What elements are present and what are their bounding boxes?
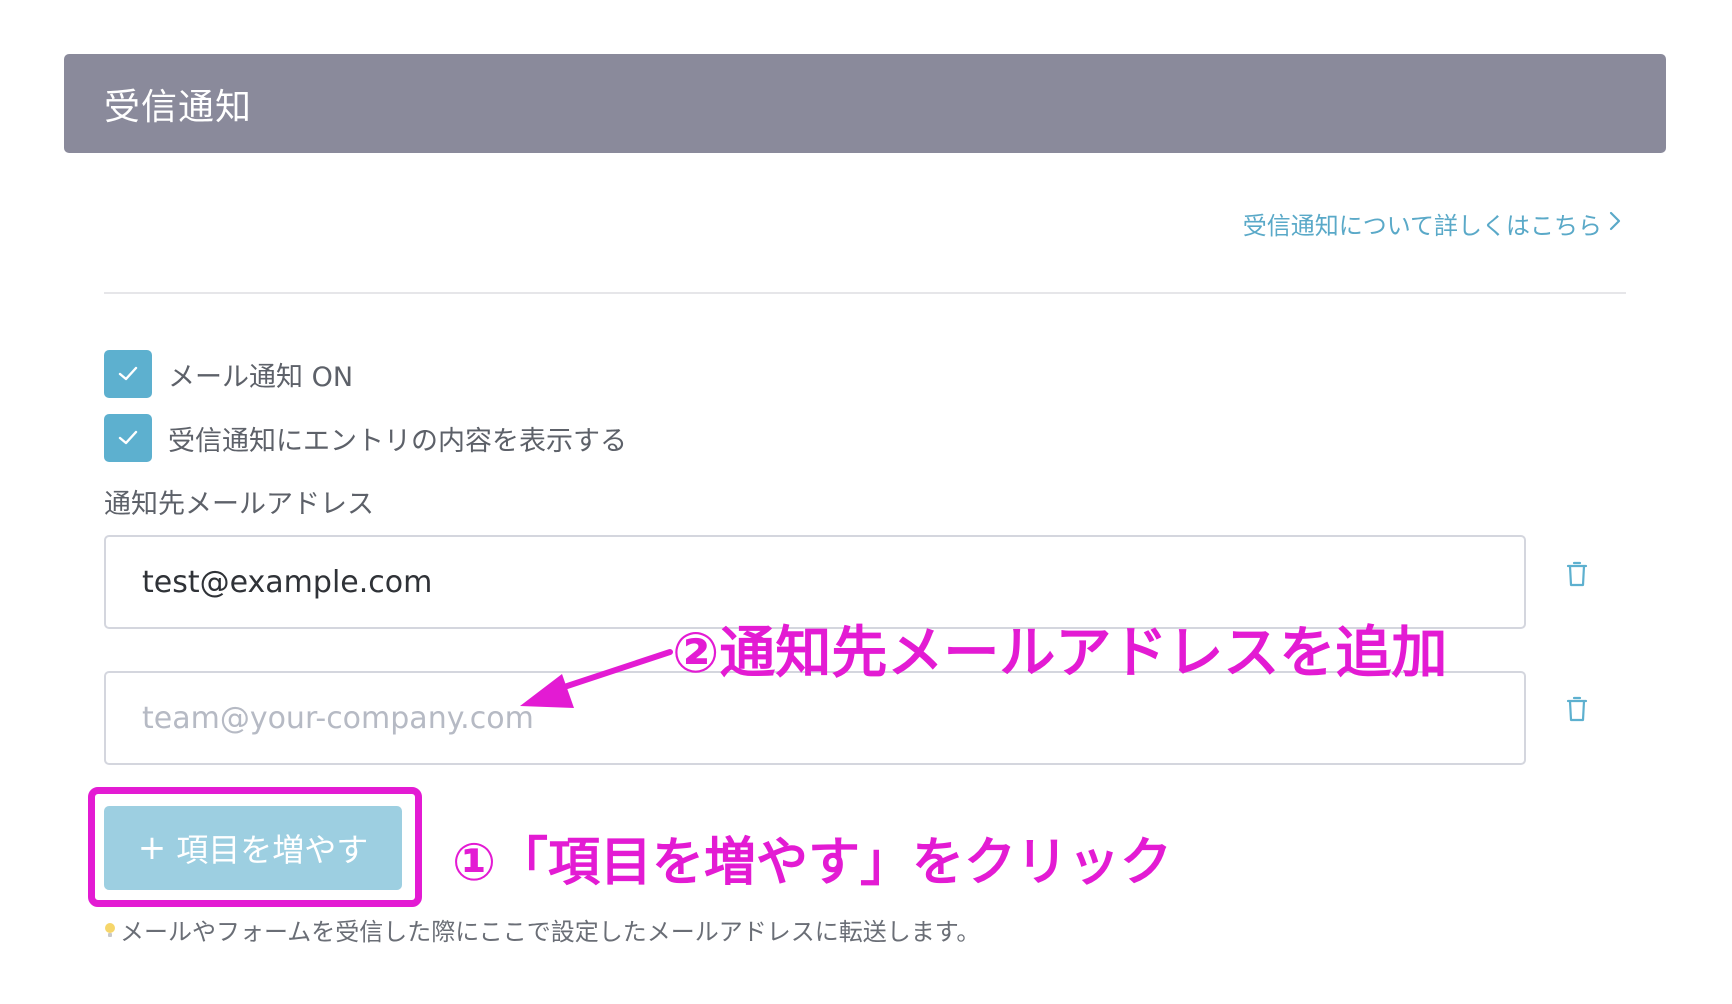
email-notification-label: メール通知 ON <box>168 361 354 393</box>
section-title: 受信通知 <box>104 86 253 128</box>
trash-icon[interactable] <box>1562 559 1592 589</box>
email-addresses-label: 通知先メールアドレス <box>104 489 374 520</box>
email-notification-checkbox[interactable] <box>104 350 152 398</box>
checkmark-icon <box>118 430 138 445</box>
help-link-label: 受信通知について詳しくはこちら <box>1242 212 1602 240</box>
chevron-right-icon <box>1608 210 1622 237</box>
hint-text-label: メールやフォームを受信した際にここで設定したメールアドレスに転送します。 <box>120 918 981 946</box>
notification-settings-panel: 受信通知 受信通知について詳しくはこちら メール通知 ON 受信通知にエントリの… <box>0 0 1732 1004</box>
show-entry-content-checkbox[interactable] <box>104 414 152 462</box>
trash-icon-svg <box>1566 561 1588 587</box>
chevron-right-icon-svg <box>1609 211 1621 231</box>
section-divider <box>104 292 1626 294</box>
annotation-step-1: ①「項目を増やす」をクリック <box>452 833 1173 893</box>
trash-icon-svg <box>1566 696 1588 722</box>
annotation-arrow <box>520 649 673 708</box>
hint-text: メールやフォームを受信した際にここで設定したメールアドレスに転送します。 <box>104 912 980 947</box>
trash-icon[interactable] <box>1562 694 1592 724</box>
checkmark-icon <box>118 366 138 381</box>
annotation-step-2: ②通知先メールアドレスを追加 <box>672 621 1448 686</box>
help-link[interactable]: 受信通知について詳しくはこちら <box>1243 206 1622 241</box>
option-email-notification[interactable]: メール通知 ON <box>104 350 353 398</box>
lightbulb-icon <box>105 922 115 937</box>
show-entry-content-label: 受信通知にエントリの内容を表示する <box>168 425 627 457</box>
section-header: 受信通知 <box>64 54 1666 153</box>
annotation-highlight-box <box>88 787 422 907</box>
option-show-entry-content[interactable]: 受信通知にエントリの内容を表示する <box>104 414 627 462</box>
